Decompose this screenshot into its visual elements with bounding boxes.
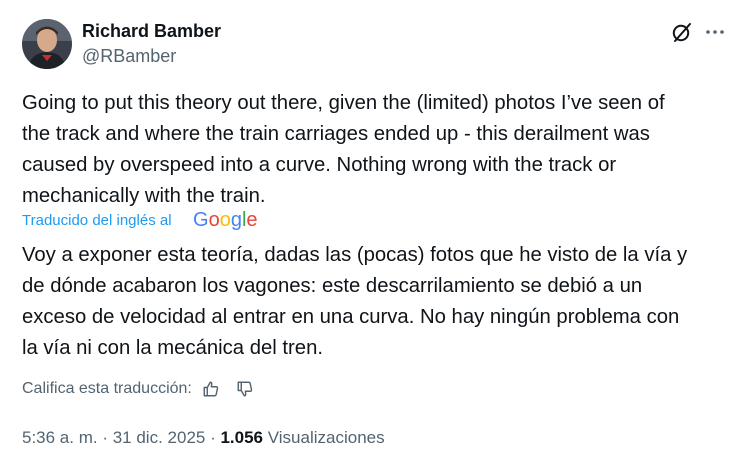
- google-logo-letter: o: [208, 209, 220, 231]
- thumbs-up-icon[interactable]: [200, 378, 222, 400]
- translation-source-label[interactable]: Traducido del inglés al: [22, 210, 172, 232]
- tweet-text: Going to put this theory out there, give…: [22, 88, 737, 212]
- views-label: Visualizaciones: [267, 428, 385, 447]
- tweet-meta: 5:36 a. m. · 31 dic. 2025 · 1.056 Visual…: [22, 426, 385, 450]
- author-display-name[interactable]: Richard Bamber: [82, 19, 221, 43]
- google-logo-letter: e: [246, 209, 258, 231]
- translation-text-line: Voy a exponer esta teoría, dadas las (po…: [22, 244, 688, 266]
- translation-text-line: de dónde acabaron los vagones: este desc…: [22, 275, 643, 297]
- tweet-time[interactable]: 5:36 a. m.: [22, 428, 98, 447]
- rate-translation-label: Califica esta traducción:: [22, 380, 192, 397]
- views-count: 1.056: [220, 428, 264, 447]
- tweet-text-line: Going to put this theory out there, give…: [22, 92, 665, 114]
- tweet-card: Richard Bamber @RBamber Going to put thi…: [0, 0, 755, 465]
- meta-separator: ·: [97, 428, 113, 447]
- google-logo-letter: o: [219, 209, 231, 231]
- more-options-icon[interactable]: [703, 20, 727, 44]
- google-logo-letter: G: [193, 209, 209, 231]
- thumbs-down-icon[interactable]: [234, 378, 256, 400]
- google-logo-letter: g: [230, 209, 242, 231]
- grok-icon[interactable]: [670, 20, 694, 44]
- tweet-text-line: caused by overspeed into a curve. Nothin…: [22, 154, 617, 176]
- translation-text-line: la vía ni con la mecánica del tren.: [22, 337, 324, 359]
- tweet-text-line: mechanically with the train.: [22, 185, 266, 207]
- tweet-date[interactable]: 31 dic. 2025: [113, 428, 206, 447]
- rate-translation-row: Califica esta traducción:: [22, 377, 256, 401]
- tweet-text-line: the track and where the train carriages …: [22, 123, 650, 145]
- avatar[interactable]: [22, 19, 72, 69]
- translation-text: Voy a exponer esta teoría, dadas las (po…: [22, 240, 737, 364]
- google-logo: Google: [193, 208, 258, 232]
- author-handle[interactable]: @RBamber: [82, 44, 176, 68]
- translation-text-line: exceso de velocidad al entrar en una cur…: [22, 306, 680, 328]
- meta-separator: ·: [205, 428, 221, 447]
